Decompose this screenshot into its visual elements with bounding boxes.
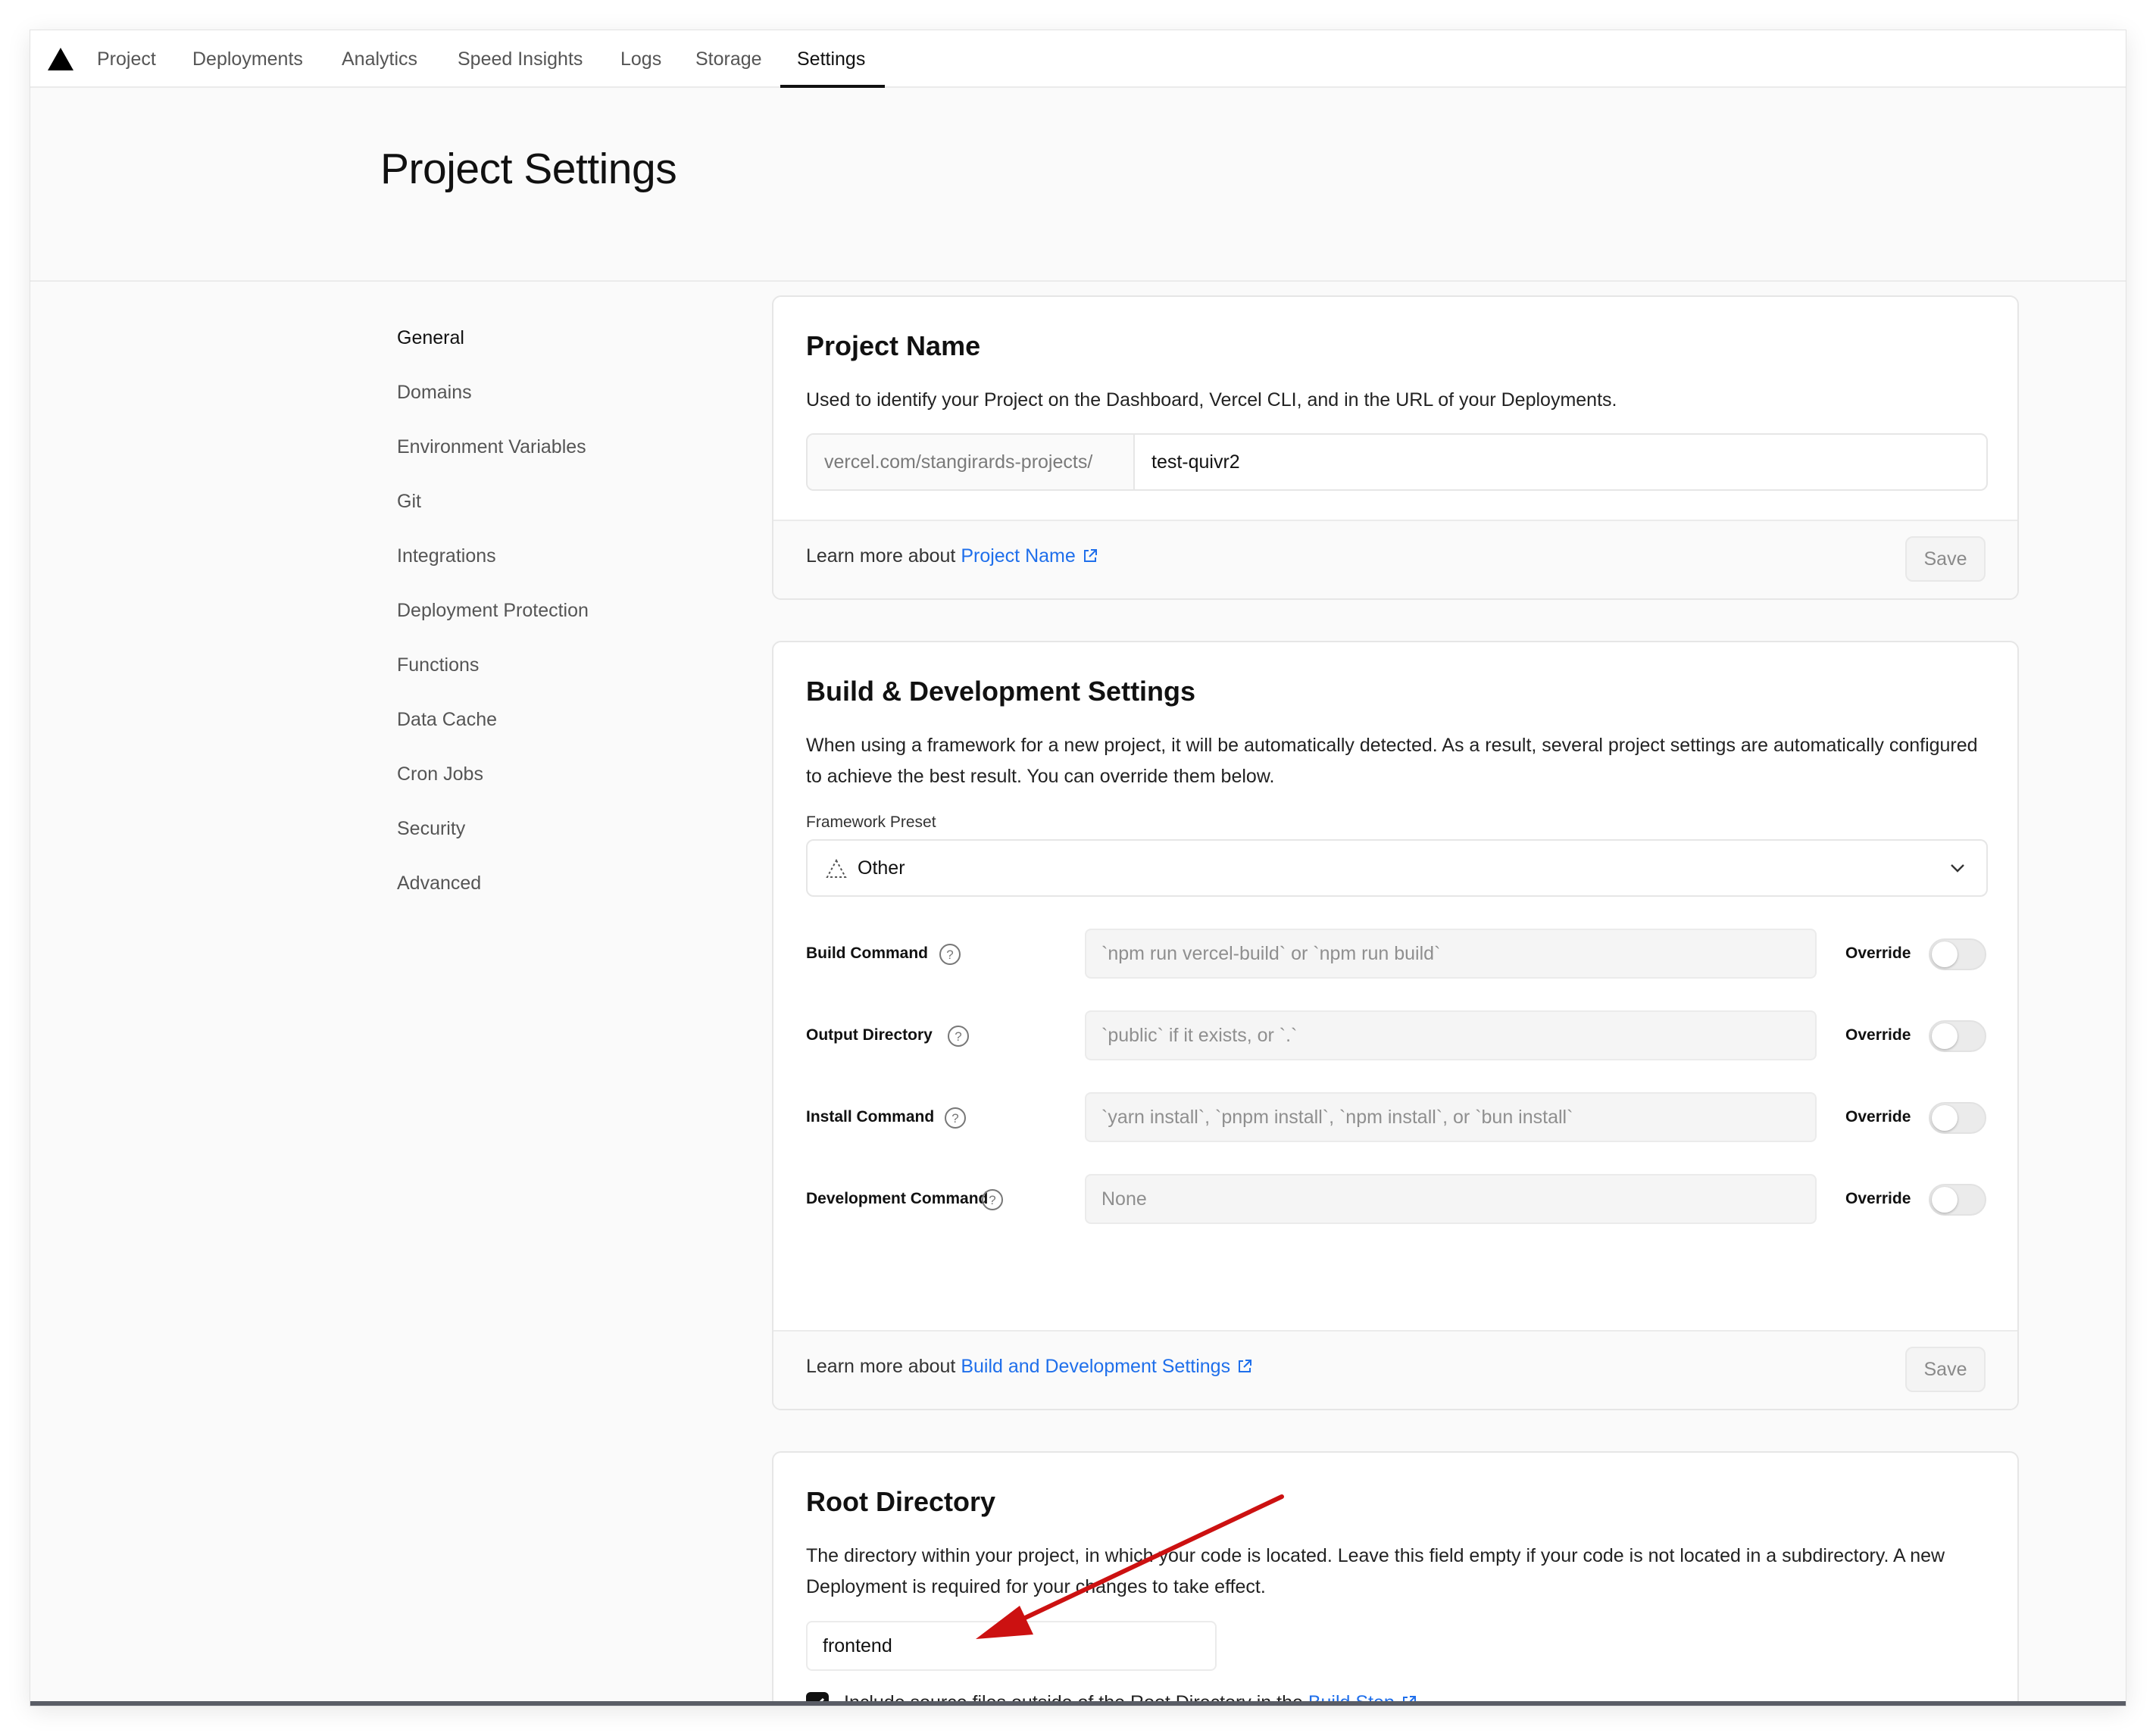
sidebar-item-environment-variables[interactable]: Environment Variables — [397, 432, 586, 462]
development-command-input[interactable]: None — [1085, 1174, 1817, 1224]
sidebar-item-data-cache[interactable]: Data Cache — [397, 704, 497, 735]
install-command-label: Install Command — [806, 1108, 935, 1126]
learn-more-label: Learn more about — [806, 1356, 956, 1377]
output-directory-label: Output Directory — [806, 1026, 933, 1044]
project-name-card: Project Name Used to identify your Proje… — [772, 295, 2019, 600]
help-icon[interactable]: ? — [944, 1107, 967, 1129]
output-directory-input[interactable]: `public` if it exists, or `.` — [1085, 1010, 1817, 1060]
install-command-input[interactable]: `yarn install`, `pnpm install`, `npm ins… — [1085, 1092, 1817, 1142]
help-icon[interactable]: ? — [981, 1188, 1004, 1211]
sidebar-item-integrations[interactable]: Integrations — [397, 541, 496, 571]
nav-tab-analytics[interactable]: Analytics — [342, 30, 417, 88]
build-command-row: Build Command ? `npm run vercel-build` o… — [773, 929, 2017, 979]
sidebar-item-security[interactable]: Security — [397, 813, 465, 844]
framework-preset-value: Other — [858, 857, 905, 879]
sidebar-item-deployment-protection[interactable]: Deployment Protection — [397, 595, 589, 626]
svg-text:?: ? — [951, 1111, 958, 1126]
nav-tab-speed-insights[interactable]: Speed Insights — [458, 30, 583, 88]
sidebar-item-domains[interactable]: Domains — [397, 377, 472, 407]
build-command-input[interactable]: `npm run vercel-build` or `npm run build… — [1085, 929, 1817, 979]
build-settings-footer: Learn more about Build and Development S… — [773, 1330, 2017, 1409]
override-label: Override — [1845, 1190, 1911, 1207]
build-command-override-toggle[interactable] — [1929, 938, 1986, 970]
svg-text:?: ? — [955, 1029, 961, 1044]
build-settings-title: Build & Development Settings — [806, 676, 1196, 707]
override-label: Override — [1845, 1108, 1911, 1126]
toggle-knob — [1932, 1105, 1958, 1131]
nav-tab-deployments[interactable]: Deployments — [192, 30, 303, 88]
external-link-icon[interactable] — [1082, 548, 1098, 564]
sidebar-item-git[interactable]: Git — [397, 486, 421, 517]
install-command-row: Install Command ? `yarn install`, `pnpm … — [773, 1092, 2017, 1142]
build-settings-card: Build & Development Settings When using … — [772, 641, 2019, 1410]
nav-tab-storage[interactable]: Storage — [695, 30, 762, 88]
learn-more-text: Learn more about Project Name — [806, 545, 1098, 567]
toggle-knob — [1932, 1023, 1958, 1049]
window-bottom-edge — [30, 1701, 2126, 1706]
development-command-row: Development Command ? None Override — [773, 1174, 2017, 1224]
page-header — [30, 89, 2126, 282]
output-directory-override-toggle[interactable] — [1929, 1020, 1986, 1052]
nav-tab-project[interactable]: Project — [97, 30, 156, 88]
active-tab-indicator — [780, 85, 885, 88]
sidebar-item-general[interactable]: General — [397, 323, 464, 353]
build-command-label: Build Command — [806, 944, 928, 962]
svg-text:?: ? — [946, 948, 953, 962]
development-command-override-toggle[interactable] — [1929, 1184, 1986, 1216]
learn-more-label: Learn more about — [806, 545, 956, 567]
browser-window: Project Deployments Analytics Speed Insi… — [30, 30, 2126, 1706]
project-name-title: Project Name — [806, 330, 981, 361]
root-directory-description: The directory within your project, in wh… — [806, 1545, 1945, 1597]
override-label: Override — [1845, 944, 1911, 962]
root-directory-input[interactable]: frontend — [806, 1621, 1217, 1671]
project-url-prefix: vercel.com/stangirards-projects/ — [808, 435, 1135, 489]
page-title: Project Settings — [380, 145, 677, 193]
framework-preset-select[interactable]: Other — [806, 839, 1988, 897]
toggle-knob — [1932, 1187, 1958, 1213]
project-name-save-button[interactable]: Save — [1905, 536, 1986, 582]
output-directory-row: Output Directory ? `public` if it exists… — [773, 1010, 2017, 1060]
help-icon[interactable]: ? — [939, 943, 961, 966]
help-icon[interactable]: ? — [947, 1025, 970, 1048]
project-name-footer: Learn more about Project Name Save — [773, 520, 2017, 598]
learn-more-text: Learn more about Build and Development S… — [806, 1356, 1253, 1378]
external-link-icon[interactable] — [1236, 1358, 1253, 1375]
toggle-knob — [1932, 941, 1958, 967]
framework-preset-label: Framework Preset — [806, 813, 936, 831]
root-directory-card: Root Directory The directory within your… — [772, 1451, 2019, 1706]
build-settings-save-button[interactable]: Save — [1905, 1347, 1986, 1392]
root-directory-title: Root Directory — [806, 1486, 996, 1517]
sidebar-item-advanced[interactable]: Advanced — [397, 868, 481, 898]
nav-tab-settings[interactable]: Settings — [797, 30, 865, 88]
install-command-override-toggle[interactable] — [1929, 1102, 1986, 1134]
build-settings-docs-link[interactable]: Build and Development Settings — [961, 1356, 1230, 1377]
sidebar-item-cron-jobs[interactable]: Cron Jobs — [397, 759, 483, 789]
development-command-label: Development Command — [806, 1190, 989, 1207]
project-name-docs-link[interactable]: Project Name — [961, 545, 1075, 567]
sidebar-item-functions[interactable]: Functions — [397, 650, 479, 680]
build-settings-description: When using a framework for a new project… — [806, 735, 1978, 787]
vercel-logo-icon[interactable] — [47, 47, 74, 71]
framework-other-icon — [826, 859, 847, 878]
nav-tab-logs[interactable]: Logs — [620, 30, 661, 88]
project-name-field[interactable]: vercel.com/stangirards-projects/ test-qu… — [806, 433, 1988, 491]
override-label: Override — [1845, 1026, 1911, 1044]
top-nav: Project Deployments Analytics Speed Insi… — [30, 30, 2126, 88]
project-name-input[interactable]: test-quivr2 — [1151, 435, 1240, 489]
project-name-description: Used to identify your Project on the Das… — [806, 389, 1617, 411]
chevron-down-icon — [1951, 864, 1964, 873]
svg-text:?: ? — [989, 1193, 995, 1207]
